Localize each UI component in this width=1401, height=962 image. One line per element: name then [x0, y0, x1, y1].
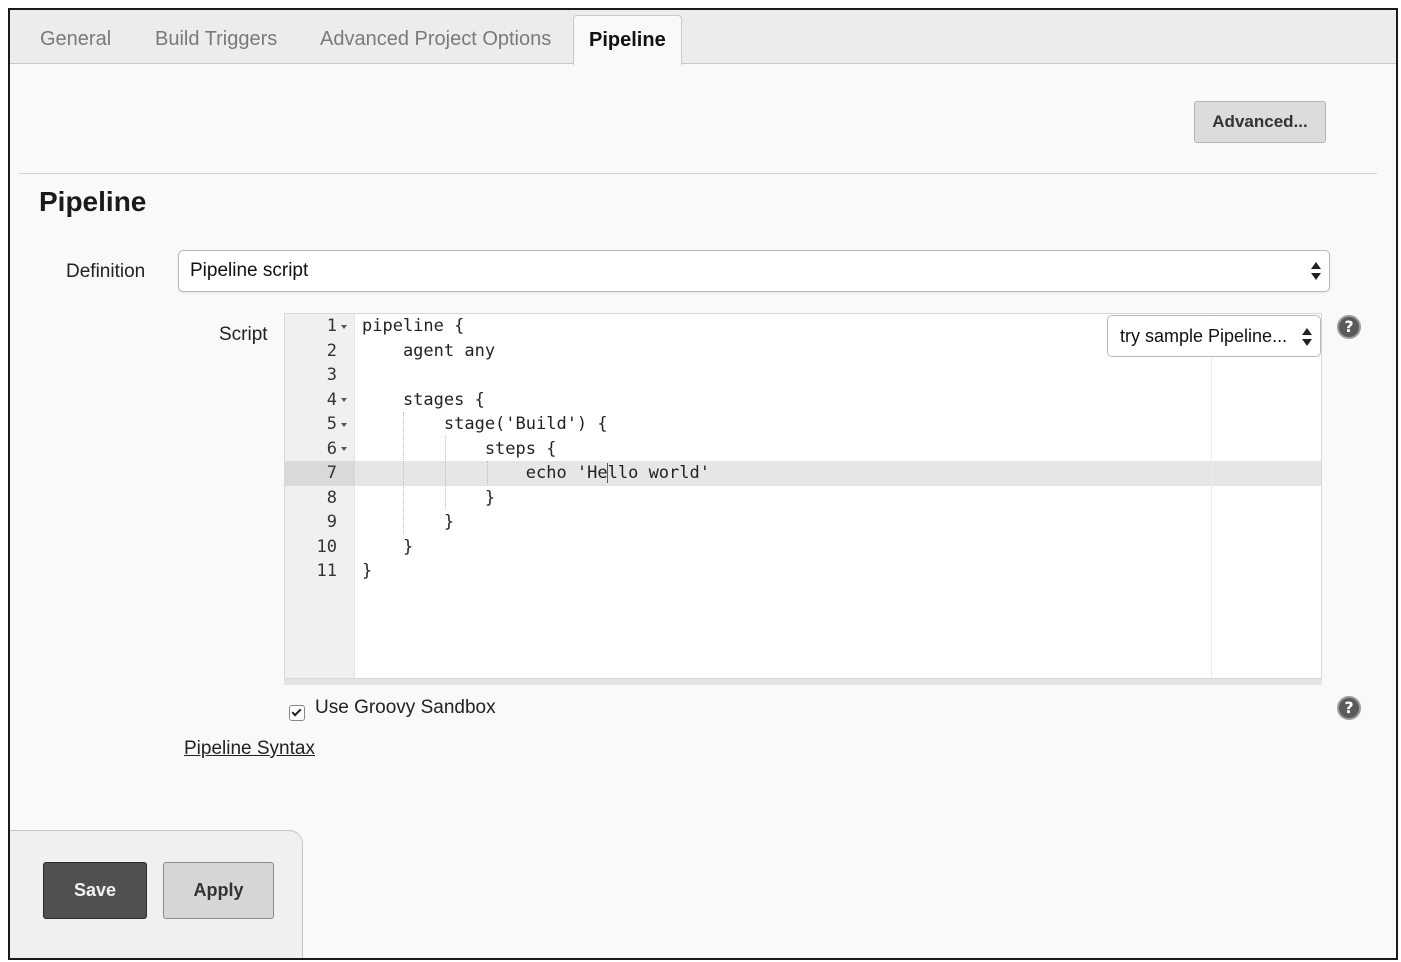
line-number: 5 — [326, 414, 337, 434]
config-tab-bar: General Build Triggers Advanced Project … — [10, 10, 1396, 65]
code-line: agent any — [362, 340, 496, 361]
code-line: } — [362, 561, 373, 581]
groovy-sandbox-checkbox[interactable] — [289, 705, 305, 721]
code-line: } — [362, 536, 414, 557]
editor-resize-bar[interactable] — [284, 679, 1322, 685]
line-number: 11 — [316, 561, 337, 581]
tab-pipeline[interactable]: Pipeline — [573, 15, 682, 65]
code-line: steps { — [362, 438, 557, 459]
script-editor[interactable]: 1 2 3 4 5 6 7 8 9 10 11 pipeline { agent… — [284, 313, 1322, 679]
scrolled-section-heading-remnant — [50, 60, 410, 68]
select-arrows-icon — [1302, 326, 1312, 348]
help-icon[interactable]: ? — [1337, 696, 1361, 720]
groovy-sandbox-label[interactable]: Use Groovy Sandbox — [315, 697, 496, 719]
tab-general[interactable]: General — [40, 28, 111, 51]
definition-label: Definition — [66, 261, 146, 282]
print-margin — [1211, 314, 1212, 678]
fold-arrow-icon[interactable] — [341, 325, 347, 329]
line-number: 4 — [326, 389, 337, 410]
code-line: } — [362, 487, 496, 508]
line-number: 1 — [326, 316, 337, 336]
line-number: 9 — [326, 512, 337, 532]
check-icon — [291, 706, 302, 717]
section-divider — [19, 173, 1377, 174]
advanced-button[interactable]: Advanced... — [1194, 101, 1326, 143]
definition-select-value: Pipeline script — [190, 260, 309, 281]
code-line: stage('Build') { — [362, 414, 608, 434]
apply-button[interactable]: Apply — [163, 862, 274, 919]
code-line: } — [362, 512, 455, 532]
jenkins-config-window: General Build Triggers Advanced Project … — [8, 8, 1398, 960]
pipeline-syntax-link[interactable]: Pipeline Syntax — [184, 738, 315, 760]
line-number: 6 — [326, 438, 337, 459]
tab-build-triggers[interactable]: Build Triggers — [155, 28, 277, 51]
code-line: pipeline { — [362, 316, 465, 336]
save-button[interactable]: Save — [43, 862, 147, 919]
line-number: 7 — [326, 463, 337, 483]
script-label: Script — [219, 324, 268, 345]
fold-arrow-icon[interactable] — [341, 447, 347, 451]
definition-select[interactable]: Pipeline script — [178, 250, 1330, 292]
line-number: 8 — [326, 487, 337, 508]
text-cursor — [607, 463, 608, 483]
tab-advanced-project-options[interactable]: Advanced Project Options — [320, 28, 551, 51]
line-number: 3 — [326, 365, 337, 385]
fold-arrow-icon[interactable] — [341, 423, 347, 427]
fold-arrow-icon[interactable] — [341, 398, 347, 402]
code-line: stages { — [362, 389, 485, 410]
line-number: 2 — [326, 340, 337, 361]
code-line: echo 'Hello world' — [362, 463, 710, 483]
try-sample-pipeline-select[interactable]: try sample Pipeline... — [1107, 315, 1321, 357]
try-sample-pipeline-value: try sample Pipeline... — [1120, 326, 1288, 346]
line-number: 10 — [316, 536, 337, 557]
select-arrows-icon — [1311, 260, 1321, 282]
section-title-pipeline: Pipeline — [39, 186, 147, 217]
help-icon[interactable]: ? — [1337, 315, 1361, 339]
